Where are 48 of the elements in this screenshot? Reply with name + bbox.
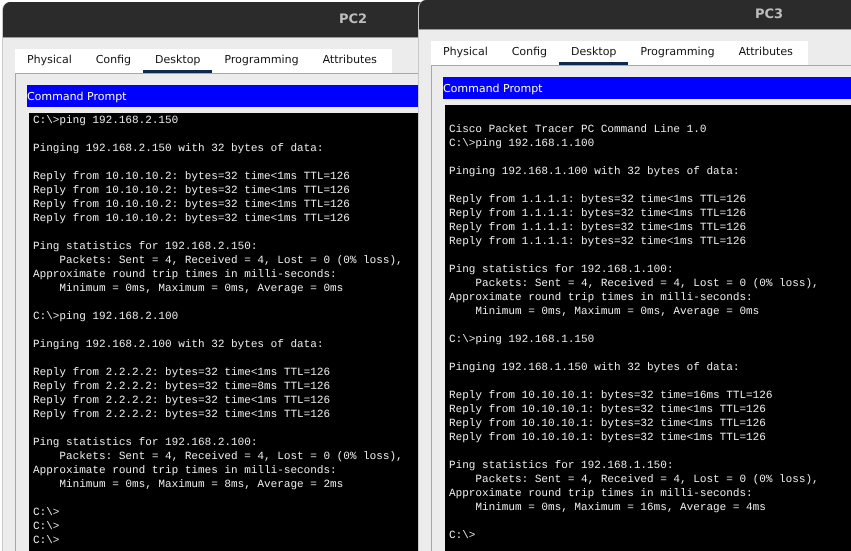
terminal-line: Ping statistics for 192.168.1.150: [449, 459, 674, 473]
terminal-line: Packets: Sent = 4, Received = 4, Lost = 0 (0% loss), [474, 277, 819, 291]
terminal-line: Reply from 10.10.10.1: bytes=32 time=16ms TTL=126 [449, 389, 772, 403]
terminal-line: Reply from 10.10.10.1: bytes=32 time<1ms TTL=126 [449, 431, 766, 445]
terminal-line: Minimum = 0ms, Maximum = 0ms, Average = 0ms [58, 282, 344, 296]
terminal-line: Reply from 10.10.10.2: bytes=32 time<1ms TTL=126 [33, 198, 350, 212]
terminal-line: C:\> [33, 534, 60, 548]
terminal-line: Reply from 10.10.10.2: bytes=32 time<1ms TTL=126 [33, 184, 350, 198]
terminal-line: Pinging 192.168.1.150 with 32 bytes of data: [449, 361, 740, 375]
terminal-line: C:\> [449, 529, 476, 543]
terminal-line: C:\> [33, 520, 60, 534]
window-title: PC3 [754, 7, 784, 22]
terminal-line: C:\>ping 192.168.2.100 [33, 310, 178, 324]
terminal-line: Reply from 1.1.1.1: bytes=32 time<1ms TTL=126 [449, 193, 746, 207]
terminal-line: Ping statistics for 192.168.2.100: [33, 436, 258, 450]
terminal-line: Reply from 10.10.10.2: bytes=32 time<1ms TTL=126 [33, 170, 350, 184]
terminal-line: C:\>ping 192.168.1.100 [449, 137, 594, 151]
panel-title: Command Prompt [443, 77, 851, 99]
terminal-line: Minimum = 0ms, Maximum = 16ms, Average = 4ms [474, 501, 766, 515]
terminal-line: Ping statistics for 192.168.2.150: [33, 240, 258, 254]
terminal-line: Minimum = 0ms, Maximum = 0ms, Average = 0ms [474, 305, 760, 319]
terminal-line: Ping statistics for 192.168.1.100: [449, 263, 674, 277]
terminal-line: C:\>ping 192.168.1.150 [449, 333, 594, 347]
terminal-line: C:\> [33, 506, 60, 520]
terminal-line: Packets: Sent = 4, Received = 4, Lost = 0 (0% loss), [58, 254, 403, 268]
terminal-line: Reply from 10.10.10.2: bytes=32 time<1ms TTL=126 [33, 212, 350, 226]
terminal-line: C:\>ping 192.168.2.150 [33, 114, 178, 128]
terminal-line: Approximate round trip times in milli-seconds: [33, 268, 337, 282]
terminal-line: Approximate round trip times in milli-seconds: [449, 487, 753, 501]
terminal-line: Reply from 2.2.2.2: bytes=32 time=8ms TTL=126 [33, 380, 330, 394]
terminal-line: Pinging 192.168.2.100 with 32 bytes of data: [33, 338, 324, 352]
terminal-line: Minimum = 0ms, Maximum = 8ms, Average = 2ms [58, 478, 344, 492]
terminal-line: Packets: Sent = 4, Received = 4, Lost = 0 (0% loss), [474, 473, 819, 487]
terminal-line: Reply from 2.2.2.2: bytes=32 time<1ms TTL=126 [33, 394, 330, 408]
terminal-line: Approximate round trip times in milli-seconds: [449, 291, 753, 305]
terminal-line: Reply from 2.2.2.2: bytes=32 time<1ms TTL=126 [33, 366, 330, 380]
terminal-line: Pinging 192.168.1.100 with 32 bytes of data: [449, 165, 740, 179]
window-title: PC2 [338, 12, 368, 27]
terminal-line: Pinging 192.168.2.150 with 32 bytes of data: [33, 142, 324, 156]
terminal-line: Reply from 10.10.10.1: bytes=32 time<1ms TTL=126 [449, 417, 766, 431]
terminal-line: Reply from 1.1.1.1: bytes=32 time<1ms TTL=126 [449, 235, 746, 249]
terminal-line: Reply from 10.10.10.1: bytes=32 time<1ms TTL=126 [449, 403, 766, 417]
terminal-line: Packets: Sent = 4, Received = 4, Lost = 0 (0% loss), [58, 450, 403, 464]
terminal-line: Reply from 1.1.1.1: bytes=32 time<1ms TTL=126 [449, 207, 746, 221]
terminal-line: Cisco Packet Tracer PC Command Line 1.0 [449, 123, 706, 137]
terminal-line: Approximate round trip times in milli-seconds: [33, 464, 337, 478]
terminal-line: Reply from 1.1.1.1: bytes=32 time<1ms TTL=126 [449, 221, 746, 235]
terminal-line: Reply from 2.2.2.2: bytes=32 time<1ms TTL=126 [33, 408, 330, 422]
